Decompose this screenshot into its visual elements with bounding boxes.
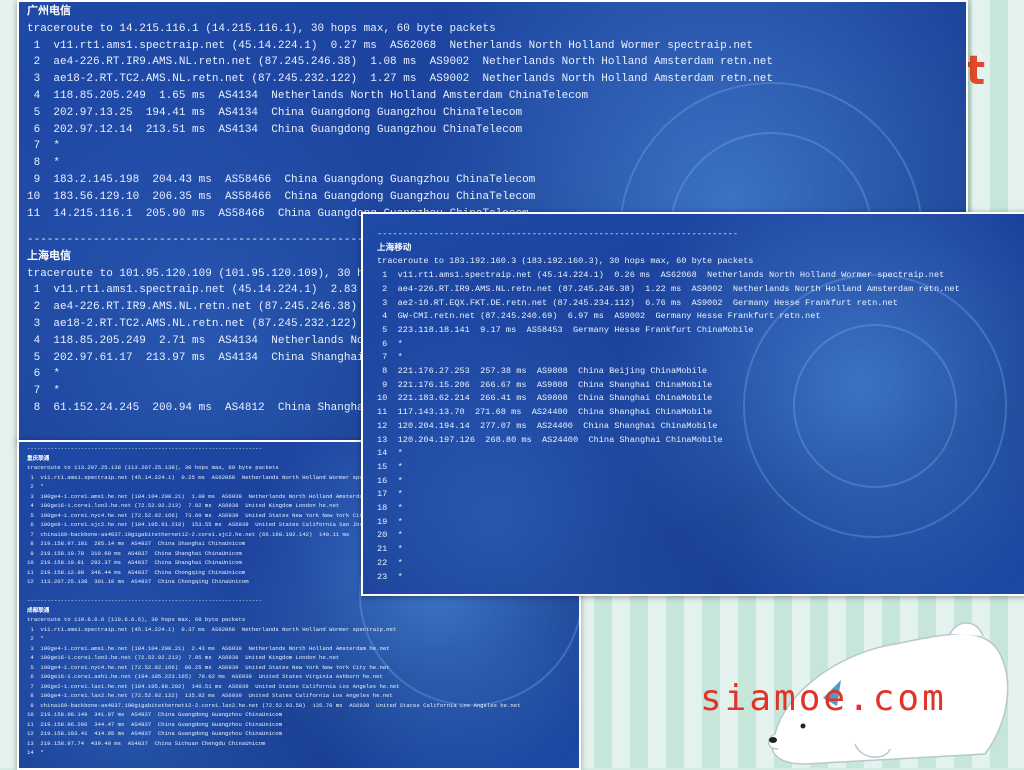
trace-line: 8 221.176.27.253 257.38 ms AS9808 China … [377, 366, 708, 377]
shanghai-telecom-heading: 上海电信 [27, 250, 71, 263]
trace-line: 2 * [27, 635, 44, 642]
trace-line: 1 v11.rt1.ams1.spectraip.net (45.14.224.… [377, 270, 945, 281]
trace-line: 7 * [377, 352, 403, 363]
trace-line: 7 100ge2-1.core1.lax1.he.net (184.105.80… [27, 682, 400, 690]
trace-line: 15 * [377, 461, 403, 472]
trace-line: 21 * [377, 544, 403, 555]
brand-letter: t [966, 48, 986, 94]
trace-line: 14 * [27, 749, 44, 756]
trace-line: traceroute to 183.192.160.3 (183.192.160… [377, 256, 754, 267]
trace-line: 4 118.85.205.249 1.65 ms AS4134 Netherla… [27, 89, 589, 102]
separator-line: ----------------------------------------… [27, 597, 262, 604]
trace-line: 23 * [377, 571, 403, 582]
separator-line: ----------------------------------------… [27, 445, 262, 452]
trace-line: 5 100ge4-1.core1.nyc4.he.net (72.52.92.1… [27, 511, 390, 519]
trace-line: 10 219.158.19.81 292.37 ms AS4837 China … [27, 559, 242, 566]
trace-line: 13 120.204.197.126 268.80 ms AS24400 Chi… [377, 434, 723, 445]
guangzhou-telecom-heading: 广州电信 [27, 6, 71, 18]
trace-line: traceroute to 119.6.6.6 (119.6.6.6), 30 … [27, 616, 246, 623]
trace-line: 12 113.207.25.138 301.10 ms AS4837 China… [27, 578, 249, 585]
trace-line: traceroute to 113.207.25.138 (113.207.25… [27, 464, 279, 471]
trace-line: 8 100ge4-1.core1.lax2.he.net (72.52.92.1… [27, 692, 393, 699]
trace-line: 11 219.158.12.98 346.44 ms AS4837 China … [27, 568, 246, 576]
trace-line: 6 * [377, 338, 403, 349]
trace-line: 22 * [377, 557, 403, 568]
trace-line: 6 100ge8-1.core1.sjc2.he.net (184.105.81… [27, 521, 390, 528]
trace-line: 18 * [377, 503, 403, 514]
trace-line: 4 100ge16-1.core1.lon2.he.net (72.52.92.… [27, 502, 340, 509]
trace-line: 5 223.118.18.141 9.17 ms AS58453 Germany… [377, 324, 754, 335]
trace-line: 4 100ge16-1.core1.lon2.he.net (72.52.92.… [27, 654, 340, 661]
trace-line: 9 219.158.19.78 310.60 ms AS4837 China S… [27, 549, 242, 557]
traceroute-panel-mobile: ----------------------------------------… [361, 212, 1024, 596]
trace-line: 14 * [377, 448, 403, 459]
trace-line: 1 v11.rt1.ams1.spectraip.net (45.14.224.… [27, 39, 754, 52]
trace-line: 6 202.97.12.14 213.51 ms AS4134 China Gu… [27, 123, 523, 136]
trace-line: 12 219.158.103.41 414.95 ms AS4837 China… [27, 730, 283, 737]
separator-line: ----------------------------------------… [377, 229, 738, 239]
trace-line: 3 100ge4-1.core1.ams1.he.net (184.104.20… [27, 644, 390, 652]
trace-line: 7 * [27, 140, 61, 153]
shanghai-mobile-heading: 上海移动 [377, 242, 412, 253]
trace-line: 10 221.183.62.214 266.41 ms AS9808 China… [377, 393, 713, 404]
trace-line: 5 202.97.13.25 194.41 ms AS4134 China Gu… [27, 106, 523, 119]
trace-line: 10 183.56.129.10 206.35 ms AS58466 China… [27, 190, 536, 203]
trace-line: 7 china169-backbone-as4837.10gigabitethe… [27, 530, 350, 538]
guangzhou-telecom-output: 广州电信 traceroute to 14.215.116.1 (14.215.… [27, 4, 773, 222]
trace-line: 4 GW-CMI.retn.net (87.245.240.69) 6.97 m… [377, 311, 821, 322]
chongqing-unicom-heading: 重庆联通 [27, 454, 50, 462]
trace-line: 20 * [377, 530, 403, 541]
trace-line: 6 * [27, 368, 61, 381]
trace-line: 2 * [27, 483, 44, 490]
trace-line: 19 * [377, 516, 403, 527]
trace-line: 1 v11.rt1.ams1.spectraip.net (45.14.224.… [27, 625, 397, 633]
trace-line: 3 100ge4-1.core1.ams1.he.net (184.104.20… [27, 492, 390, 500]
trace-line: 13 219.158.97.74 439.40 ms AS4837 China … [27, 739, 266, 747]
trace-line: 11 117.143.13.70 271.68 ms AS24400 China… [377, 407, 713, 418]
trace-line: 9 221.176.15.206 266.67 ms AS9808 China … [377, 379, 713, 390]
trace-line: 8 * [27, 157, 61, 170]
trace-line: 17 * [377, 489, 403, 500]
trace-line: 3 ae2-10.RT.EQX.FKT.DE.retn.net (87.245.… [377, 297, 898, 308]
trace-line: 3 ae18-2.RT.TC2.AMS.NL.retn.net (87.245.… [27, 73, 773, 86]
trace-line: 5 100ge4-1.core1.nyc4.he.net (72.52.92.1… [27, 663, 390, 671]
trace-line: 9 china169-backbone-as4837.100gigabiteth… [27, 701, 521, 709]
trace-line: 16 * [377, 475, 403, 486]
trace-line: 9 183.2.145.198 204.43 ms AS58466 China … [27, 173, 536, 186]
trace-line: 7 * [27, 385, 61, 398]
chengdu-unicom-heading: 成都联通 [27, 606, 50, 614]
trace-line: 6 100ge16-1.core1.ash1.he.net (184.105.2… [27, 673, 383, 680]
trace-line: 2 ae4-226.RT.IR9.AMS.NL.retn.net (87.245… [377, 283, 960, 294]
trace-line: 12 120.204.194.14 277.07 ms AS24400 Chin… [377, 420, 718, 431]
trace-line: 10 219.158.98.149 341.07 ms AS4837 China… [27, 711, 283, 718]
site-watermark: siamoe.com [700, 678, 947, 719]
trace-line: 1 v11.rt1.ams1.spectraip.net (45.14.224.… [27, 473, 397, 481]
trace-line: traceroute to 14.215.116.1 (14.215.116.1… [27, 22, 496, 35]
trace-line: 11 219.158.96.206 344.47 ms AS4837 China… [27, 720, 283, 728]
shanghai-mobile-output: ----------------------------------------… [377, 228, 960, 584]
trace-line: 2 ae4-226.RT.IR9.AMS.NL.retn.net (87.245… [27, 56, 773, 69]
trace-line: 8 219.158.97.181 285.14 ms AS4837 China … [27, 540, 246, 547]
trace-line: 3 ae18-2.RT.TC2.AMS.NL.retn.net (87.245.… [27, 317, 358, 330]
